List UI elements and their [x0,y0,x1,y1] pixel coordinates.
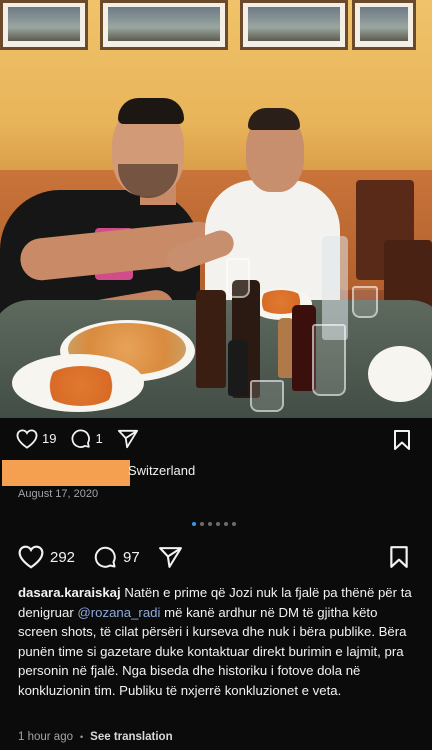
bookmark-icon[interactable] [392,429,412,451]
see-translation-link[interactable]: See translation [90,731,172,743]
pasta [42,366,120,406]
post-time: 1 hour ago [18,731,73,743]
carousel-dot [200,522,204,526]
wall-picture-frame [100,0,228,50]
wall-picture-frame [0,0,88,50]
carousel-dot [224,522,228,526]
wine-glass [226,258,250,298]
post2-action-bar: 292 97 [18,545,183,569]
caption-username[interactable]: dasara.karaiskaj [18,585,121,600]
like-count[interactable]: 19 [42,431,56,446]
heart-icon[interactable] [18,545,44,569]
bookmark-icon[interactable] [388,545,410,569]
comment-count[interactable]: 1 [95,431,102,446]
redacted-location-block [2,460,130,486]
caption-mention[interactable]: @rozana_radi [77,605,160,620]
comment-count[interactable]: 97 [123,549,140,566]
post-date: August 17, 2020 [18,488,99,500]
post-meta: 1 hour ago • See translation [18,731,173,743]
carousel-dot [192,522,196,526]
carousel-dot [208,522,212,526]
wall-picture-frame [352,0,416,50]
post-caption: dasara.karaiskaj Natën e prime që Jozi n… [18,583,418,701]
comment-icon[interactable] [70,428,91,449]
comment-icon[interactable] [93,545,117,569]
pepper-grinder [228,340,248,396]
like-count[interactable]: 292 [50,549,75,566]
water-glass [352,286,378,318]
wine-bottle [196,290,226,388]
post-location[interactable]: Switzerland [128,463,195,478]
wine-glass [312,324,346,396]
heart-icon[interactable] [16,428,38,449]
wall-picture-frame [240,0,348,50]
side-plate [368,346,432,402]
carousel-indicator [192,522,236,526]
water-glass [250,380,284,412]
carousel-dot [216,522,220,526]
send-icon[interactable] [117,429,139,449]
carousel-dot [232,522,236,526]
send-icon[interactable] [158,546,183,569]
post-photo[interactable] [0,0,432,418]
post1-action-bar: 19 1 [16,428,139,449]
meta-separator: • [80,732,84,742]
